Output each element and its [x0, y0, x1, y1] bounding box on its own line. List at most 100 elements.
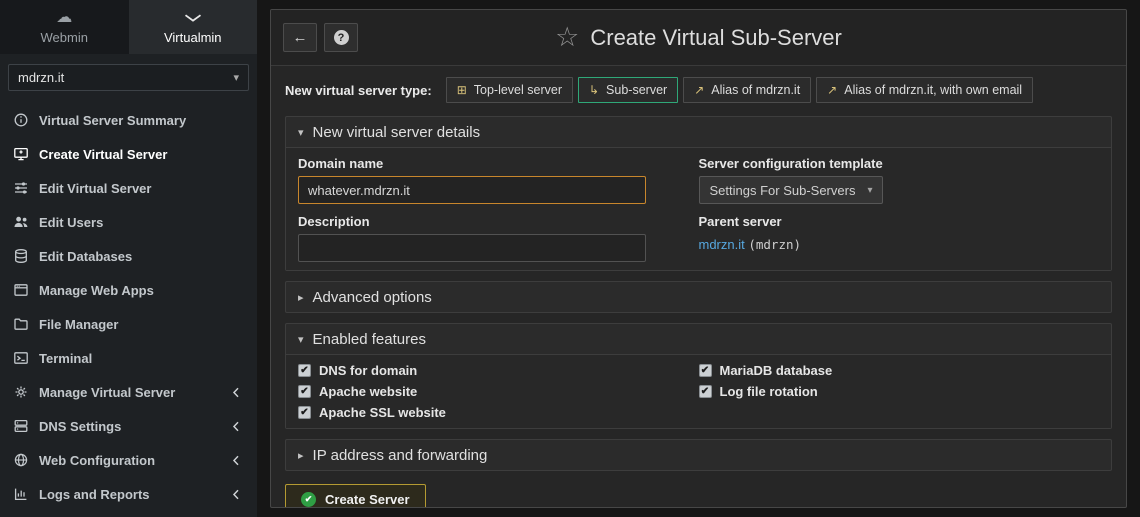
- checkbox-checked-icon[interactable]: ✔: [698, 385, 712, 398]
- tab-virtualmin[interactable]: Virtualmin: [128, 0, 257, 54]
- feature-apache-website[interactable]: ✔ Apache website: [298, 383, 699, 400]
- panel-new-virtual-server-details: ▾ New virtual server details Domain name…: [285, 116, 1112, 271]
- type-button-top-level-server[interactable]: ⊞ Top-level server: [445, 77, 573, 103]
- feature-log-file-rotation[interactable]: ✔ Log file rotation: [698, 383, 1100, 400]
- template-select-value: Settings For Sub-Servers: [709, 182, 856, 198]
- server-stack-icon: [14, 419, 28, 433]
- panel-ip-header[interactable]: ▸ IP address and forwarding: [286, 440, 1111, 470]
- panel-enabled-features: ▾ Enabled features ✔ DNS for domain ✔ Ap…: [285, 323, 1112, 429]
- template-label: Server configuration template: [698, 156, 883, 171]
- feature-apache-ssl-website[interactable]: ✔ Apache SSL website: [298, 404, 699, 421]
- server-type-row: New virtual server type: ⊞ Top-level ser…: [285, 76, 1112, 104]
- tab-webmin[interactable]: ☁ Webmin: [0, 0, 129, 54]
- type-button-label: Alias of mdrzn.it, with own email: [844, 83, 1023, 97]
- feature-dns-for-domain[interactable]: ✔ DNS for domain: [298, 362, 699, 379]
- monitor-plus-icon: [14, 147, 28, 161]
- domain-name-label: Domain name: [298, 156, 384, 171]
- panel-features-header[interactable]: ▾ Enabled features: [286, 324, 1111, 354]
- checkbox-checked-icon[interactable]: ✔: [298, 364, 311, 377]
- sidebar-item-label: File Manager: [39, 316, 119, 332]
- create-server-label: Create Server: [325, 491, 410, 507]
- parent-server-note: (mdrzn): [748, 237, 802, 252]
- star-icon: ☆: [555, 22, 580, 52]
- chevron-left-icon: [228, 421, 244, 432]
- panel-title: Advanced options: [312, 288, 432, 306]
- panel-features-body: ✔ DNS for domain ✔ Apache website ✔ Apac…: [286, 354, 1111, 428]
- sidebar-item-manage-web-apps[interactable]: Manage Web Apps: [0, 273, 257, 307]
- sidebar-item-create-virtual-server[interactable]: Create Virtual Server: [0, 137, 257, 171]
- feature-label: Apache SSL website: [319, 405, 446, 420]
- panel-title: IP address and forwarding: [312, 446, 488, 464]
- feature-label: MariaDB database: [719, 363, 833, 378]
- caret-right-icon: ▸: [298, 291, 304, 304]
- check-circle-icon: ✔: [301, 491, 316, 507]
- sidebar-item-file-manager[interactable]: File Manager: [0, 307, 257, 341]
- sidebar-item-label: Logs and Reports: [39, 486, 150, 502]
- sidebar-item-manage-virtual-server[interactable]: Manage Virtual Server: [0, 375, 257, 409]
- folder-icon: [14, 318, 28, 330]
- template-select[interactable]: Settings For Sub-Servers ▾: [698, 176, 884, 204]
- type-button-alias[interactable]: ↗ Alias of mdrzn.it: [683, 77, 812, 103]
- sidebar-item-label: Web Configuration: [39, 452, 156, 468]
- feature-mariadb-database[interactable]: ✔ MariaDB database: [698, 362, 1100, 379]
- back-button[interactable]: ←: [283, 23, 317, 52]
- type-button-alias-own-email[interactable]: ↗ Alias of mdrzn.it, with own email: [816, 77, 1034, 103]
- content-header: ← ? ☆ Create Virtual Sub-Server: [271, 10, 1126, 66]
- panel-advanced-options: ▸ Advanced options: [285, 281, 1112, 313]
- sidebar: ☁ Webmin Virtualmin mdrzn.it ▾ Virtual S…: [0, 0, 257, 517]
- gear-icon: [15, 386, 27, 398]
- sidebar-item-edit-virtual-server[interactable]: Edit Virtual Server: [0, 171, 257, 205]
- top-level-server-icon: ⊞: [456, 83, 467, 97]
- sidebar-item-dns-settings[interactable]: DNS Settings: [0, 409, 257, 443]
- sidebar-item-logs-and-reports[interactable]: Logs and Reports: [0, 477, 257, 511]
- caret-down-icon: ▾: [867, 184, 873, 196]
- main-area: ← ? ☆ Create Virtual Sub-Server New virt…: [257, 0, 1140, 517]
- feature-label: Log file rotation: [719, 384, 818, 399]
- sub-server-icon: ↳: [588, 83, 600, 97]
- sliders-icon: [15, 182, 27, 194]
- chart-icon: [14, 488, 27, 501]
- info-icon: [14, 113, 28, 127]
- product-tabs: ☁ Webmin Virtualmin: [0, 0, 257, 54]
- checkbox-checked-icon[interactable]: ✔: [298, 385, 311, 398]
- content-panel: ← ? ☆ Create Virtual Sub-Server New virt…: [270, 9, 1127, 508]
- sidebar-item-label: Edit Databases: [39, 248, 133, 264]
- sidebar-item-edit-users[interactable]: Edit Users: [0, 205, 257, 239]
- server-select[interactable]: mdrzn.it ▾: [8, 64, 249, 91]
- caret-down-icon: ▾: [298, 126, 304, 139]
- panel-advanced-header[interactable]: ▸ Advanced options: [286, 282, 1111, 312]
- browser-window-icon: [14, 284, 28, 296]
- panel-details-header[interactable]: ▾ New virtual server details: [286, 117, 1111, 147]
- domain-name-input[interactable]: [298, 176, 646, 204]
- description-input[interactable]: [298, 234, 646, 262]
- globe-icon: [14, 453, 28, 467]
- parent-server-link[interactable]: mdrzn.it: [699, 237, 745, 252]
- users-icon: [14, 216, 28, 227]
- tab-webmin-label: Webmin: [40, 29, 88, 45]
- sidebar-item-label: Create Virtual Server: [39, 146, 168, 162]
- create-server-button[interactable]: ✔ Create Server: [285, 484, 426, 507]
- terminal-icon: [14, 352, 28, 364]
- panel-ip-address-forwarding: ▸ IP address and forwarding: [285, 439, 1112, 471]
- type-button-sub-server[interactable]: ↳ Sub-server: [577, 77, 679, 103]
- sidebar-item-web-configuration[interactable]: Web Configuration: [0, 443, 257, 477]
- checkbox-checked-icon[interactable]: ✔: [298, 406, 311, 419]
- help-button[interactable]: ?: [324, 23, 358, 52]
- chevron-left-icon: [228, 387, 244, 398]
- sidebar-item-label: Virtual Server Summary: [39, 112, 187, 128]
- back-arrow-icon: ←: [292, 29, 308, 46]
- sidebar-item-edit-databases[interactable]: Edit Databases: [0, 239, 257, 273]
- parent-server-label: Parent server: [698, 214, 782, 229]
- content-body: New virtual server type: ⊞ Top-level ser…: [271, 66, 1126, 507]
- sidebar-item-label: DNS Settings: [39, 418, 122, 434]
- checkbox-checked-icon[interactable]: ✔: [698, 364, 712, 377]
- chevron-down-icon: [184, 10, 202, 26]
- panel-title: New virtual server details: [312, 123, 481, 141]
- sidebar-item-virtual-server-summary[interactable]: Virtual Server Summary: [0, 103, 257, 137]
- sidebar-item-terminal[interactable]: Terminal: [0, 341, 257, 375]
- feature-label: Apache website: [319, 384, 418, 399]
- chevron-left-icon: [228, 455, 244, 466]
- feature-label: DNS for domain: [319, 363, 418, 378]
- tab-virtualmin-label: Virtualmin: [163, 29, 222, 45]
- type-button-label: Sub-server: [606, 83, 668, 97]
